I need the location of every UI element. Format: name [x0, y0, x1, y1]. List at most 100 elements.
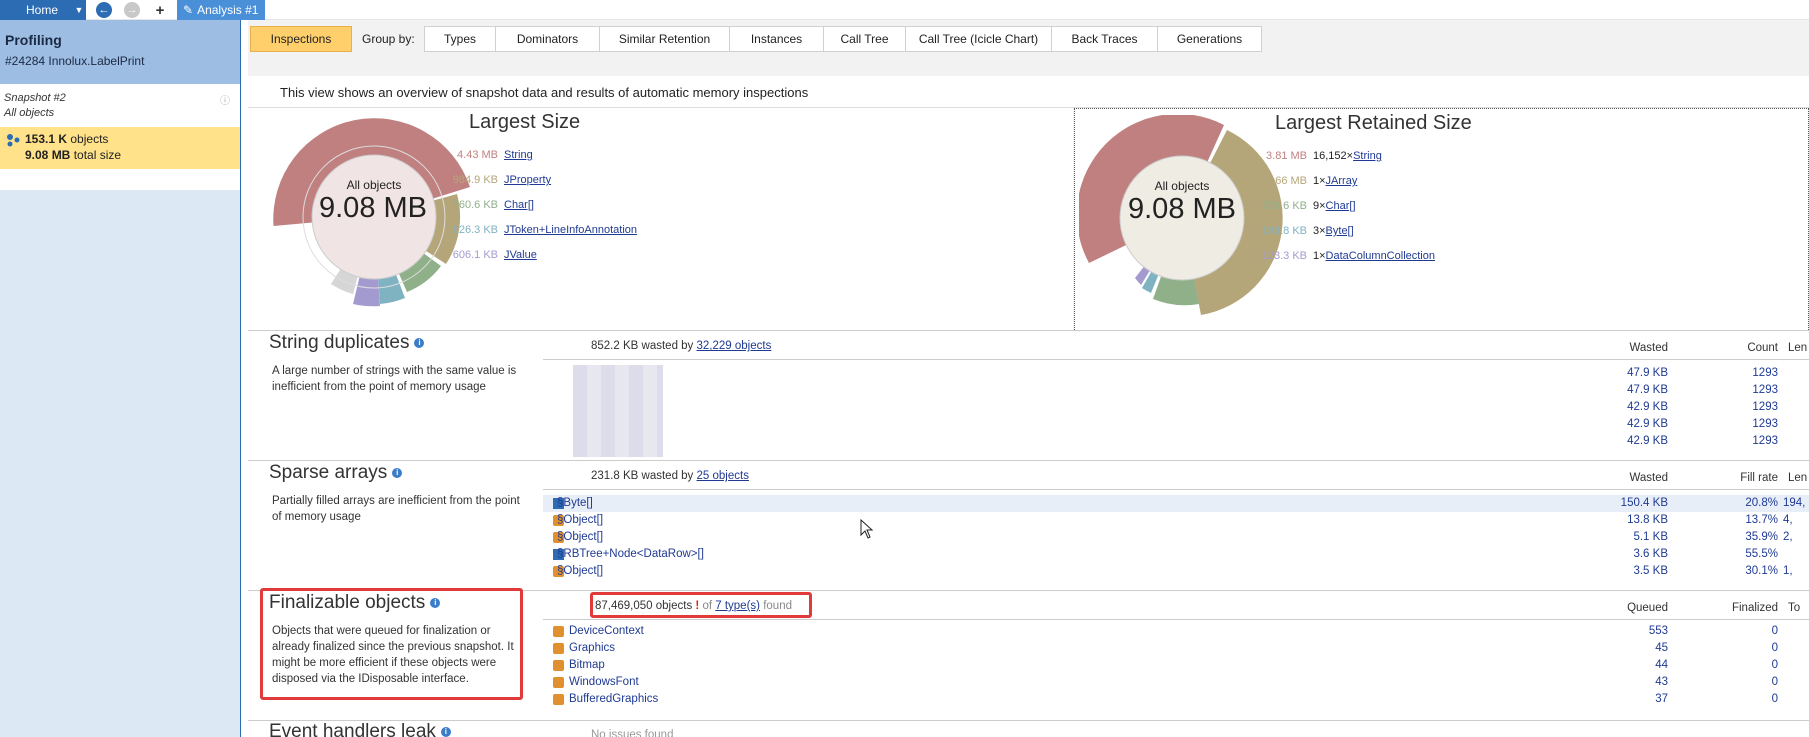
- class-icon: [553, 660, 564, 671]
- snapshot-selection[interactable]: 153.1 K objects 9.08 MB total size: [0, 127, 240, 169]
- col-count[interactable]: Count: [1678, 342, 1778, 354]
- table-row[interactable]: §RBTree+Node<DataRow>[] 3.6 KB 55.5%: [543, 546, 1809, 563]
- table-row[interactable]: 42.9 KB 1293: [543, 416, 1809, 433]
- col-len[interactable]: Len: [1788, 472, 1809, 484]
- table-row[interactable]: 47.9 KB 1293: [543, 365, 1809, 382]
- legend-link[interactable]: String: [504, 149, 533, 161]
- table-row[interactable]: Bitmap 44 0: [543, 657, 1809, 674]
- divider: [248, 460, 1809, 461]
- legend-link[interactable]: DataColumnCollection: [1326, 250, 1435, 262]
- info-icon[interactable]: i: [440, 726, 451, 737]
- toolbar: Inspections Group by: Types Dominators S…: [248, 26, 1809, 52]
- legend-link[interactable]: Char[]: [504, 199, 534, 211]
- divider: [543, 489, 1809, 490]
- legend-link[interactable]: String: [1353, 150, 1382, 162]
- col-finalized[interactable]: Finalized: [1678, 602, 1778, 614]
- table-row[interactable]: §Object[] 5.1 KB 35.9% 2,: [543, 529, 1809, 546]
- tab-dominators[interactable]: Dominators: [495, 26, 600, 52]
- table-row[interactable]: §Object[] 3.5 KB 30.1% 1,: [543, 563, 1809, 580]
- col-wasted[interactable]: Wasted: [1568, 472, 1668, 484]
- col-len[interactable]: Len: [1788, 342, 1809, 354]
- chevron-down-icon[interactable]: ▼: [72, 5, 86, 15]
- section-description: Objects that were queued for finalizatio…: [272, 625, 514, 685]
- table-row[interactable]: §Object[] 13.8 KB 13.7% 4,: [543, 512, 1809, 529]
- largest-size-title: Largest Size: [469, 111, 581, 133]
- col-wasted[interactable]: Wasted: [1568, 342, 1668, 354]
- mouse-cursor-icon: [860, 519, 874, 539]
- plus-icon[interactable]: +: [152, 2, 168, 19]
- legend-item: 3.81 MB 16,152×String: [1245, 150, 1382, 162]
- tab-generations[interactable]: Generations: [1157, 26, 1262, 52]
- objects-link[interactable]: 32,229 objects: [697, 340, 772, 352]
- string-duplicates-section: String duplicates i 852.2 KB wasted by 32…: [248, 330, 1809, 460]
- divider: [248, 590, 1809, 591]
- tab-types[interactable]: Types: [424, 26, 496, 52]
- sparse-arrays-section: Sparse arrays i 231.8 KB wasted by 25 obj…: [248, 460, 1809, 590]
- tab-call-tree-icicle[interactable]: Call Tree (Icicle Chart): [905, 26, 1052, 52]
- info-icon[interactable]: i: [392, 467, 403, 478]
- legend-item: 984.9 KB JProperty: [436, 174, 551, 186]
- tab-call-tree[interactable]: Call Tree: [823, 26, 906, 52]
- tab-back-traces[interactable]: Back Traces: [1051, 26, 1158, 52]
- forward-icon[interactable]: →: [124, 2, 140, 18]
- section-title: String duplicates i: [269, 332, 425, 354]
- table-row[interactable]: §Byte[] 150.4 KB 20.8% 194,: [543, 495, 1809, 512]
- tab-analysis[interactable]: ✎ Analysis #1: [177, 0, 265, 20]
- sidebar: Profiling #24284 Innolux.LabelPrint Snap…: [0, 20, 241, 737]
- table-row[interactable]: WindowsFont 43 0: [543, 674, 1809, 691]
- legend-count: 1×: [1313, 175, 1326, 187]
- section-title: Finalizable objects i: [269, 592, 441, 614]
- finalizable-rows: DeviceContext 553 0 Graphics 45 0 Bitmap 44 0 …: [543, 623, 1809, 708]
- table-row[interactable]: BufferedGraphics 37 0: [543, 691, 1809, 708]
- info-icon[interactable]: i: [414, 337, 425, 348]
- legend-link[interactable]: JValue: [504, 249, 537, 261]
- wasted-by-label: wasted by: [641, 340, 694, 352]
- types-link[interactable]: 7 type(s): [715, 600, 760, 612]
- snapshot-name[interactable]: Snapshot #2: [4, 92, 66, 104]
- donut-center-label: All objects: [346, 178, 402, 192]
- tab-inspections[interactable]: Inspections: [250, 26, 352, 52]
- divider: [248, 330, 1809, 331]
- table-row[interactable]: 42.9 KB 1293: [543, 433, 1809, 450]
- legend-count: 3×: [1313, 225, 1326, 237]
- class-icon: [553, 626, 564, 637]
- warning-icon: !: [695, 600, 700, 612]
- pencil-icon: ✎: [183, 3, 194, 17]
- table-row[interactable]: 47.9 KB 1293: [543, 382, 1809, 399]
- legend-item: 3.66 MB 1×JArray: [1245, 175, 1357, 187]
- tab-similar-retention[interactable]: Similar Retention: [599, 26, 730, 52]
- section-summary: 87,469,050 objects ! of 7 type(s) found: [595, 600, 792, 612]
- legend-count: 16,152×: [1313, 150, 1354, 162]
- tab-instances[interactable]: Instances: [729, 26, 824, 52]
- col-total[interactable]: To: [1788, 602, 1809, 614]
- legend-link[interactable]: JArray: [1326, 175, 1358, 187]
- home-button[interactable]: Home ▼: [0, 0, 86, 20]
- table-row[interactable]: DeviceContext 553 0: [543, 623, 1809, 640]
- class-icon: [553, 677, 564, 688]
- snapshot-scope: All objects: [4, 107, 55, 119]
- legend-link[interactable]: Char[]: [1326, 200, 1356, 212]
- class-icon: [553, 694, 564, 705]
- table-row[interactable]: 42.9 KB 1293: [543, 399, 1809, 416]
- back-icon[interactable]: ←: [96, 2, 112, 18]
- sidebar-title: Profiling: [5, 32, 62, 48]
- legend-size: 3.81 MB: [1266, 150, 1307, 162]
- legend-size: 984.9 KB: [452, 174, 498, 186]
- section-summary: 852.2 KB wasted by 32,229 objects: [591, 340, 771, 352]
- col-fill-rate[interactable]: Fill rate: [1678, 472, 1778, 484]
- legend-link[interactable]: Byte[]: [1326, 225, 1354, 237]
- objects-count: 87,469,050 objects: [595, 600, 693, 612]
- legend-link[interactable]: JProperty: [504, 174, 551, 186]
- table-row[interactable]: Graphics 45 0: [543, 640, 1809, 657]
- snapshot-options-icon[interactable]: ⓘ: [220, 92, 230, 107]
- legend-link[interactable]: JToken+LineInfoAnnotation: [504, 224, 637, 236]
- section-title: Event handlers leak i: [269, 721, 451, 737]
- divider: [543, 359, 1809, 360]
- col-queued[interactable]: Queued: [1568, 602, 1668, 614]
- objects-link[interactable]: 25 objects: [697, 470, 749, 482]
- event-handlers-section: Event handlers leak i No issues found: [248, 720, 1809, 737]
- objects-label: objects: [70, 132, 109, 146]
- donut-center-label: All objects: [1154, 179, 1210, 193]
- info-icon[interactable]: i: [430, 597, 441, 608]
- finalizable-section: Finalizable objects i 87,469,050 objects …: [248, 588, 1809, 720]
